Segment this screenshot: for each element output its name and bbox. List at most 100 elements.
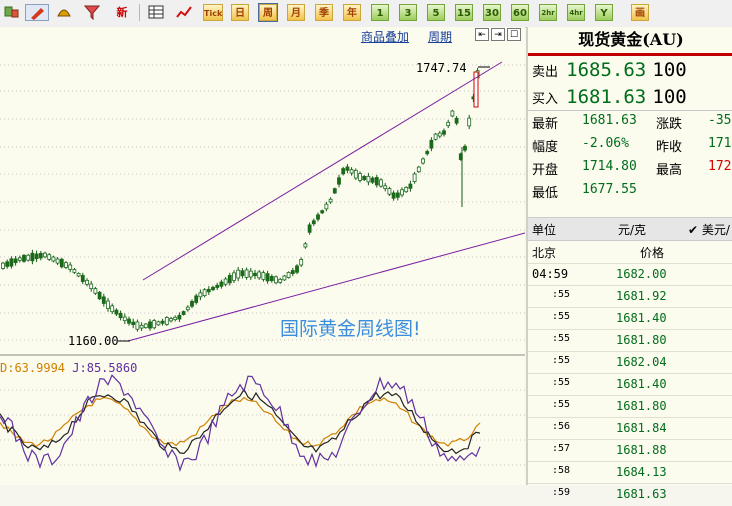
stat-label: 昨收	[656, 140, 683, 155]
period-3min-button[interactable]: 3	[399, 4, 417, 21]
indicator-d-value: D:63.9994	[0, 361, 66, 375]
tick-row: :58 1684.13	[528, 461, 732, 484]
tick-price: 1681.84	[616, 421, 667, 435]
stat-label: 最新	[532, 117, 559, 132]
candle-body	[97, 291, 102, 300]
candle-body	[89, 283, 94, 290]
candle-body	[202, 289, 207, 297]
ticks-header: 北京 价格	[528, 241, 732, 263]
candle-body	[139, 324, 144, 329]
candle-body	[143, 323, 148, 329]
line-chart-icon[interactable]	[175, 4, 193, 21]
tick-time: :55	[552, 311, 571, 322]
period-year-button[interactable]: 年	[343, 4, 361, 21]
period-5min-button[interactable]: 5	[427, 4, 445, 21]
overlay-symbol-link[interactable]: 商品叠加	[361, 28, 409, 45]
period-week-button[interactable]: 周	[258, 3, 278, 22]
stat-label: 开盘	[532, 163, 559, 178]
candle-body	[240, 270, 245, 277]
sell-qty: 100	[652, 59, 687, 81]
kline-icon[interactable]	[55, 4, 73, 21]
cursor-icon[interactable]	[3, 4, 21, 21]
tick-row: 04:59 1682.00	[528, 263, 732, 286]
draw-pen-icon[interactable]	[25, 4, 49, 21]
period-month-button[interactable]: 月	[287, 4, 305, 21]
tick-price: 1684.13	[616, 465, 667, 479]
indicator-legend: D:63.9994 J:85.5860	[0, 361, 137, 375]
candle-body	[219, 281, 224, 287]
candle-body	[248, 270, 253, 278]
candle-body	[152, 320, 157, 329]
tick-price: 1681.80	[616, 333, 667, 347]
period-2hr-button[interactable]: 2hr	[539, 4, 557, 21]
tick-time: 04:59	[532, 267, 569, 281]
candle-body	[349, 169, 354, 174]
tick-price: 1681.40	[616, 377, 667, 391]
scroll-left-button[interactable]: ⇤	[475, 28, 489, 41]
period-y-button[interactable]: Y	[595, 4, 613, 21]
tick-row: :55 1681.92	[528, 285, 732, 308]
tick-time: :55	[552, 289, 571, 300]
scroll-right-button[interactable]: ⇥	[491, 28, 505, 41]
candle-body	[299, 259, 304, 266]
candle-body	[59, 258, 64, 268]
candle-body	[215, 284, 220, 288]
tick-row: :56 1681.84	[528, 417, 732, 440]
period-1min-button[interactable]: 1	[371, 4, 389, 21]
candle-body	[320, 210, 325, 214]
candle-body	[278, 278, 283, 283]
candle-body	[295, 265, 299, 273]
period-30min-button[interactable]: 30	[483, 4, 501, 21]
candle-body	[68, 264, 73, 270]
candle-body	[261, 272, 266, 280]
period-link[interactable]: 周期	[428, 28, 452, 45]
candle-body	[34, 253, 39, 260]
candle-body	[324, 203, 329, 210]
candle-body	[160, 320, 165, 324]
tick-price: 1681.80	[616, 399, 667, 413]
low-price-label: 1160.00	[68, 334, 119, 348]
unit-value: 元/克	[618, 223, 647, 237]
period-15min-button[interactable]: 15	[455, 4, 473, 21]
indicator-k-line	[0, 388, 481, 455]
tick-time: :55	[552, 333, 571, 344]
table-icon[interactable]	[147, 4, 165, 21]
candle-body	[181, 311, 186, 315]
unit-bar: 单位 元/克 ✔ 美元/	[528, 217, 732, 241]
tick-row: :55 1682.04	[528, 351, 732, 374]
candle-body	[9, 258, 14, 267]
candle-body	[164, 317, 169, 325]
candle-body	[332, 188, 337, 194]
candle-body	[26, 254, 31, 261]
candle-body	[101, 296, 106, 304]
stat-label: 最低	[532, 186, 559, 201]
tick-time: :55	[552, 377, 571, 388]
candle-body	[303, 243, 308, 248]
candle-body	[185, 306, 190, 311]
draw-button[interactable]: 画	[631, 4, 649, 21]
price-chart[interactable]	[0, 27, 526, 485]
candle-body	[38, 253, 43, 259]
candle-body	[437, 132, 442, 137]
new-button[interactable]: 新	[111, 4, 133, 21]
candle-body	[206, 288, 211, 293]
candle-body	[80, 275, 85, 282]
period-60min-button[interactable]: 60	[511, 4, 529, 21]
unit-alt-toggle[interactable]: ✔ 美元/	[688, 221, 730, 238]
chart-watermark: 国际黄金周线图!	[280, 318, 421, 340]
tick-time: :58	[552, 465, 571, 476]
zoom-button[interactable]: ☐	[507, 28, 521, 41]
period-quarter-button[interactable]: 季	[315, 4, 333, 21]
candle-body	[442, 130, 446, 135]
candle-body	[122, 316, 127, 322]
tick-price: 1682.00	[616, 267, 667, 281]
candle-body	[211, 286, 215, 291]
period-4hr-button[interactable]: 4hr	[567, 4, 585, 21]
period-day-button[interactable]: 日	[231, 4, 249, 21]
candle-body	[22, 254, 26, 262]
stat-value: -2.06%	[582, 136, 629, 151]
stat-label: 最高	[656, 163, 683, 178]
tick-button[interactable]: Tick	[203, 4, 223, 21]
sell-price: 1685.63	[566, 59, 647, 81]
filter-icon[interactable]	[83, 4, 101, 21]
